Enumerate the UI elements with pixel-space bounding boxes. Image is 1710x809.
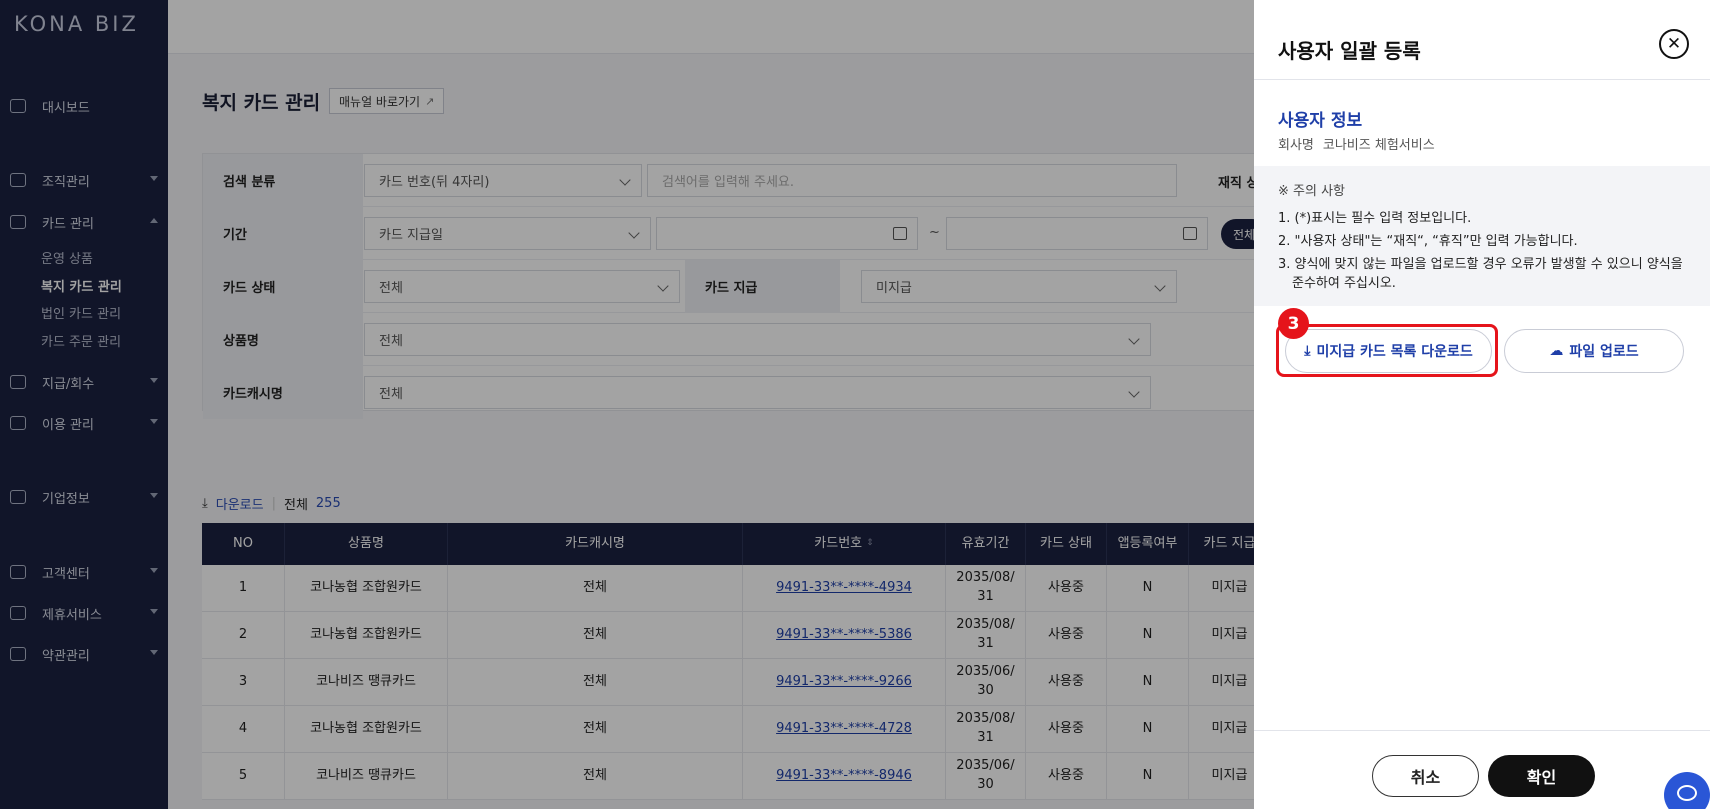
app-root: KONA BIZ 대시보드 조직관리 카드 관리 운영 상품 복지 카드 관리 … [0, 0, 1710, 809]
step-highlight-box [1276, 324, 1498, 377]
notice-box: ※ 주의 사항 1. (*)표시는 필수 입력 정보입니다. 2. "사용자 상… [1254, 166, 1710, 306]
notice-item: 2. "사용자 상태"는 “재직“, “휴직”만 입력 가능합니다. [1278, 234, 1578, 249]
notice-item: 3. 양식에 맞지 않는 파일을 업로드할 경우 오류가 발생할 수 있으니 양… [1278, 257, 1683, 291]
file-upload-button[interactable]: ☁ 파일 업로드 [1504, 329, 1684, 373]
close-button[interactable]: ✕ [1659, 29, 1689, 59]
confirm-button[interactable]: 확인 [1488, 755, 1595, 797]
divider [1254, 79, 1710, 80]
section-title: 사용자 정보 [1278, 111, 1363, 131]
company-label: 회사명 [1278, 138, 1314, 153]
close-icon: ✕ [1666, 34, 1682, 54]
chat-icon [1677, 785, 1697, 801]
panel-title: 사용자 일괄 등록 [1278, 39, 1421, 63]
cloud-upload-icon: ☁ [1549, 343, 1564, 359]
cancel-button[interactable]: 취소 [1372, 755, 1479, 797]
step-badge: 3 [1278, 308, 1309, 339]
upload-button-label: 파일 업로드 [1569, 344, 1639, 360]
company-row: 회사명 코나비즈 체험서비스 [1278, 134, 1435, 153]
notice-item: 1. (*)표시는 필수 입력 정보입니다. [1278, 211, 1472, 226]
company-value: 코나비즈 체험서비스 [1322, 138, 1435, 153]
modal-overlay[interactable] [0, 0, 1254, 809]
bulk-user-register-panel: 사용자 일괄 등록 ✕ 사용자 정보 회사명 코나비즈 체험서비스 ※ 주의 사… [1254, 11, 1710, 809]
divider [1254, 730, 1710, 731]
notice-title: ※ 주의 사항 [1278, 184, 1345, 199]
